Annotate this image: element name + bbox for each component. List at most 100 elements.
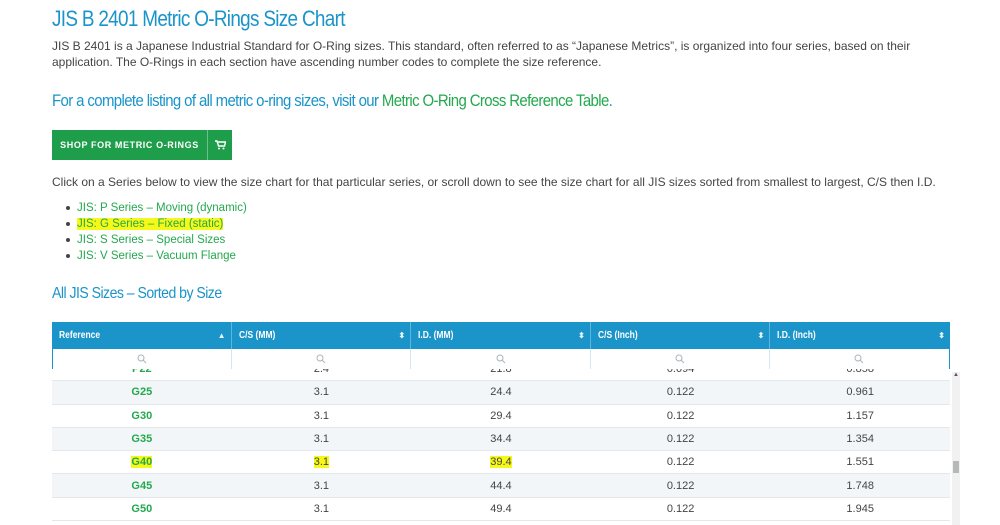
cell-value: 3.1: [313, 479, 330, 492]
page-title: JIS B 2401 Metric O-Rings Size Chart: [52, 6, 345, 31]
cell-value: 0.122: [666, 409, 695, 422]
table-cell: G35: [52, 428, 232, 450]
table-cell: G50: [52, 498, 232, 520]
table-cell: 0.122: [591, 405, 771, 427]
cell-value: 49.4: [490, 502, 512, 515]
table-cell: 3.1: [232, 498, 412, 520]
table-cell: 44.4: [411, 474, 591, 496]
cell-value: 3.1: [313, 409, 330, 422]
sort-asc-icon: ▲: [217, 331, 226, 340]
table-cell: 3.1: [232, 405, 412, 427]
series-link-p[interactable]: JIS: P Series – Moving (dynamic): [64, 200, 247, 216]
filter-cs-mm[interactable]: [232, 349, 412, 369]
cell-value: 1.157: [846, 409, 874, 422]
column-header-id-mm[interactable]: I.D. (MM) ⬍: [411, 322, 591, 349]
table-cell: G30: [52, 405, 232, 427]
table-cell: 49.4: [411, 498, 591, 520]
cell-value: 44.4: [490, 479, 512, 492]
filter-id-mm[interactable]: [411, 349, 591, 369]
scrollbar-thumb[interactable]: [953, 461, 959, 473]
series-link-s[interactable]: JIS: S Series – Special Sizes: [64, 232, 247, 248]
sort-icon: ⬍: [398, 331, 406, 340]
cell-value: 39.4: [490, 456, 512, 469]
cell-value: 3.1: [313, 502, 330, 515]
sort-icon: ⬍: [578, 331, 585, 340]
table-cell: 3.1: [232, 451, 412, 473]
table-cell: 29.4: [411, 405, 591, 427]
table-row: P22 2.4 21.8 0.094 0.858: [52, 369, 950, 382]
table-cell: 1.551: [770, 451, 950, 473]
filter-row: [52, 349, 950, 369]
table-cell: 0.961: [770, 381, 950, 403]
all-sizes-heading: All JIS Sizes – Sorted by Size: [52, 285, 222, 302]
table-cell: P22: [52, 369, 232, 380]
search-icon: [316, 354, 326, 364]
table-cell: 0.122: [591, 474, 771, 496]
cell-value: G25: [131, 386, 153, 399]
table-body[interactable]: P22 2.4 21.8 0.094 0.858 G25 3.1 24.4 0.122 0.961…: [52, 369, 950, 525]
crossref-link[interactable]: Metric O-Ring Cross Reference Table: [382, 91, 609, 110]
filter-cs-inch[interactable]: [591, 349, 770, 369]
cell-value: G35: [131, 433, 153, 446]
table-cell: 1.157: [770, 405, 950, 427]
crossref-prefix: For a complete listing of all metric o-r…: [52, 91, 382, 110]
cell-value: 0.961: [846, 386, 874, 399]
cell-value: 0.122: [666, 433, 695, 446]
column-header-id-inch[interactable]: I.D. (Inch) ⬍: [770, 322, 950, 349]
cell-value: 0.122: [666, 386, 695, 399]
table-cell: 0.858: [770, 369, 950, 380]
table-cell: G45: [52, 474, 232, 496]
column-header-cs-mm[interactable]: C/S (MM) ⬍: [232, 322, 412, 349]
column-header-reference[interactable]: Reference ▲: [52, 322, 232, 349]
shop-metric-orings-button[interactable]: SHOP FOR METRIC O-RINGS: [52, 130, 232, 160]
crossref-suffix: .: [608, 91, 613, 110]
table-cell: 2.4: [232, 369, 412, 380]
filter-reference[interactable]: [53, 349, 233, 369]
cell-value: 0.094: [666, 369, 695, 376]
cell-value: 3.1: [313, 386, 330, 399]
table-cell: 3.1: [232, 474, 412, 496]
cell-value: P22: [132, 369, 152, 376]
table-row: G50 3.1 49.4 0.122 1.945: [52, 497, 950, 522]
table-row: G30 3.1 29.4 0.122 1.157: [52, 404, 950, 428]
table-cell: 0.122: [591, 498, 771, 520]
search-icon: [675, 354, 685, 364]
cell-value: 3.1: [313, 456, 330, 469]
series-link-v[interactable]: JIS: V Series – Vacuum Flange: [64, 248, 247, 264]
cell-value: G40: [131, 456, 153, 469]
cell-value: G45: [131, 479, 153, 492]
table-cell: 21.8: [411, 369, 591, 380]
cell-value: 29.4: [490, 409, 512, 422]
cell-value: 0.858: [846, 369, 874, 376]
filter-id-inch[interactable]: [770, 349, 949, 369]
table-row: G45 3.1 44.4 0.122 1.748: [52, 474, 950, 498]
cart-icon: [208, 130, 232, 160]
table-cell: 3.1: [232, 381, 412, 403]
size-table: Reference ▲ C/S (MM) ⬍ I.D. (MM) ⬍ C/S (Inc…: [52, 322, 950, 525]
shop-button-label: SHOP FOR METRIC O-RINGS: [52, 130, 208, 160]
search-icon: [137, 354, 147, 364]
sort-icon: ⬍: [938, 331, 945, 340]
table-cell: 0.122: [591, 381, 771, 403]
table-row: G40 3.1 39.4 0.122 1.551: [52, 451, 950, 475]
cell-value: 24.4: [490, 386, 512, 399]
cell-value: 1.354: [846, 433, 874, 446]
cell-value: 2.4: [313, 369, 330, 376]
cell-value: 0.122: [666, 502, 695, 515]
column-header-cs-inch[interactable]: C/S (Inch) ⬍: [591, 322, 771, 349]
table-header: Reference ▲ C/S (MM) ⬍ I.D. (MM) ⬍ C/S (Inc…: [52, 322, 950, 349]
scroll-up-icon[interactable]: ▲: [952, 372, 960, 378]
table-cell: 0.094: [591, 369, 771, 380]
table-cell: G40: [52, 451, 232, 473]
table-cell: 39.4: [411, 451, 591, 473]
table-cell: 1.748: [770, 474, 950, 496]
table-cell: 0.122: [591, 451, 771, 473]
table-cell: G25: [52, 381, 232, 403]
table-cell: 1.945: [770, 498, 950, 520]
series-link-g[interactable]: JIS: G Series – Fixed (static): [64, 216, 247, 232]
cell-value: 21.8: [490, 369, 512, 376]
table-scrollbar[interactable]: ▲: [952, 372, 960, 525]
table-cell: 1.354: [770, 428, 950, 450]
cell-value: 1.945: [846, 502, 874, 515]
table-cell: 34.4: [411, 428, 591, 450]
